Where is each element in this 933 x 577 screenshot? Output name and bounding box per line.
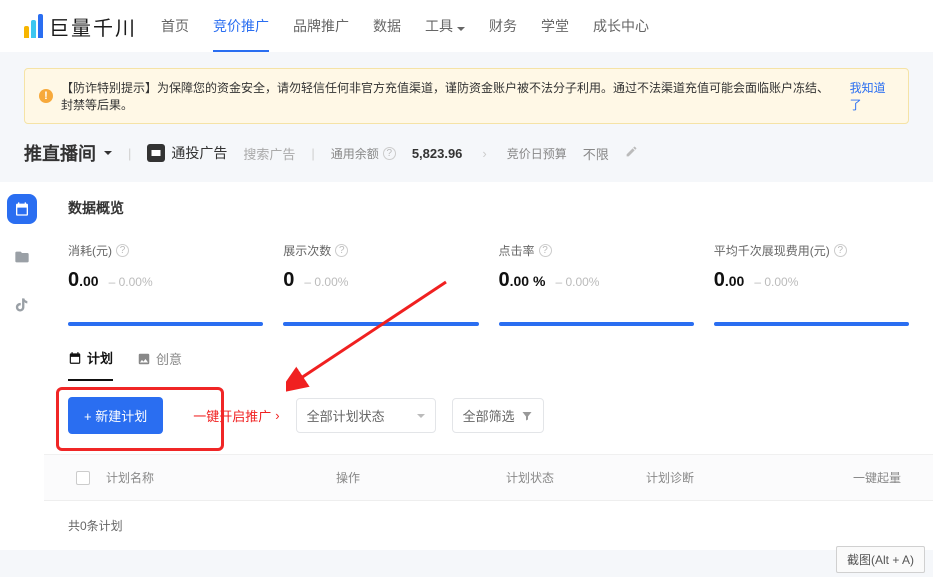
search-ads-text[interactable]: 搜索广告 bbox=[243, 144, 295, 163]
budget-value: 不限 bbox=[583, 144, 609, 163]
funnel-icon bbox=[521, 410, 533, 422]
stat-ctr[interactable]: 点击率? 0.00 %– 0.00% bbox=[499, 242, 694, 326]
help-icon[interactable]: ? bbox=[834, 244, 847, 257]
chevron-down-icon bbox=[457, 27, 465, 31]
stat-impressions[interactable]: 展示次数? 0– 0.00% bbox=[283, 242, 478, 326]
th-onekey-start: 一键起量 bbox=[808, 465, 909, 490]
fraud-warning-banner: ! 【防诈特别提示】为保障您的资金安全，请勿轻信任何非官方充值渠道，谨防资金账户… bbox=[24, 68, 909, 124]
stat-consumption[interactable]: 消耗(元)? 0.00– 0.00% bbox=[68, 242, 263, 326]
broadcast-icon bbox=[147, 144, 165, 162]
th-plan-name: 计划名称 bbox=[98, 465, 328, 490]
onekey-promote-link[interactable]: 一键开启推广 › bbox=[193, 406, 279, 425]
help-icon[interactable]: ? bbox=[335, 244, 348, 257]
tab-creative[interactable]: 创意 bbox=[137, 349, 182, 380]
table-header-row: 计划名称 操作 计划状态 计划诊断 一键起量 bbox=[44, 455, 933, 501]
chevron-down-icon bbox=[104, 151, 112, 155]
nav-school[interactable]: 学堂 bbox=[541, 10, 569, 42]
help-icon[interactable]: ? bbox=[539, 244, 552, 257]
th-diagnosis: 计划诊断 bbox=[638, 465, 808, 490]
help-icon[interactable]: ? bbox=[116, 244, 129, 257]
overview-title: 数据概览 bbox=[44, 198, 933, 234]
room-title-selector[interactable]: 推直播间 bbox=[24, 140, 112, 166]
ad-type-label: 通投广告 bbox=[147, 143, 227, 163]
tab-plan[interactable]: 计划 bbox=[68, 348, 113, 381]
nav-growth[interactable]: 成长中心 bbox=[593, 10, 649, 42]
screenshot-hotkey-tip: 截图(Alt + A) bbox=[836, 546, 925, 573]
warning-got-it-link[interactable]: 我知道了 bbox=[850, 79, 894, 113]
nav-finance[interactable]: 财务 bbox=[489, 10, 517, 42]
new-plan-button[interactable]: + 新建计划 bbox=[68, 397, 163, 434]
chevron-right-icon: › bbox=[275, 408, 279, 423]
top-header: 巨量千川 首页 竞价推广 品牌推广 数据 工具 财务 学堂 成长中心 bbox=[0, 0, 933, 52]
logo: 巨量千川 bbox=[24, 12, 137, 41]
rail-folder[interactable] bbox=[7, 242, 37, 272]
budget-label: 竞价日预算 bbox=[507, 145, 567, 162]
nav-home[interactable]: 首页 bbox=[161, 10, 189, 42]
th-operation: 操作 bbox=[328, 465, 498, 490]
warning-text: 【防诈特别提示】为保障您的资金安全，请勿轻信任何非官方充值渠道，谨防资金账户被不… bbox=[61, 79, 838, 113]
warning-icon: ! bbox=[39, 89, 53, 103]
main-nav: 首页 竞价推广 品牌推广 数据 工具 财务 学堂 成长中心 bbox=[161, 10, 649, 42]
calendar-icon bbox=[68, 351, 82, 365]
nav-tools[interactable]: 工具 bbox=[425, 10, 465, 42]
pencil-icon[interactable] bbox=[625, 145, 638, 161]
nav-brand[interactable]: 品牌推广 bbox=[293, 10, 349, 42]
rail-calendar[interactable] bbox=[7, 194, 37, 224]
th-status: 计划状态 bbox=[498, 465, 638, 490]
table-summary: 共0条计划 bbox=[44, 501, 933, 550]
page-subheader: 推直播间 | 通投广告 搜索广告 | 通用余额 ? 5,823.96 › 竞价日… bbox=[0, 124, 933, 182]
content-card: 数据概览 消耗(元)? 0.00– 0.00% 展示次数? 0– 0.00% 点… bbox=[44, 182, 933, 550]
select-all-checkbox[interactable] bbox=[76, 471, 90, 485]
brand-name: 巨量千川 bbox=[49, 12, 137, 41]
nav-bidding[interactable]: 竞价推广 bbox=[213, 10, 269, 42]
nav-data[interactable]: 数据 bbox=[373, 10, 401, 42]
left-rail bbox=[0, 182, 44, 550]
stats-row: 消耗(元)? 0.00– 0.00% 展示次数? 0– 0.00% 点击率? 0… bbox=[44, 234, 933, 326]
chevron-down-icon bbox=[417, 414, 425, 418]
filter-button[interactable]: 全部筛选 bbox=[452, 398, 544, 433]
rail-douyin[interactable] bbox=[7, 290, 37, 320]
stat-cpm[interactable]: 平均千次展现费用(元)? 0.00– 0.00% bbox=[714, 242, 909, 326]
plan-status-select[interactable]: 全部计划状态 bbox=[296, 398, 436, 433]
image-icon bbox=[137, 352, 151, 366]
logo-mark bbox=[24, 14, 43, 38]
help-icon[interactable]: ? bbox=[383, 147, 396, 160]
plan-creative-tabs: 计划 创意 bbox=[44, 326, 933, 381]
balance-value: 5,823.96 bbox=[412, 146, 463, 161]
chevron-right-icon[interactable]: › bbox=[482, 146, 486, 161]
action-row: + 新建计划 一键开启推广 › 全部计划状态 全部筛选 bbox=[44, 381, 933, 455]
balance-label: 通用余额 ? bbox=[331, 145, 396, 162]
